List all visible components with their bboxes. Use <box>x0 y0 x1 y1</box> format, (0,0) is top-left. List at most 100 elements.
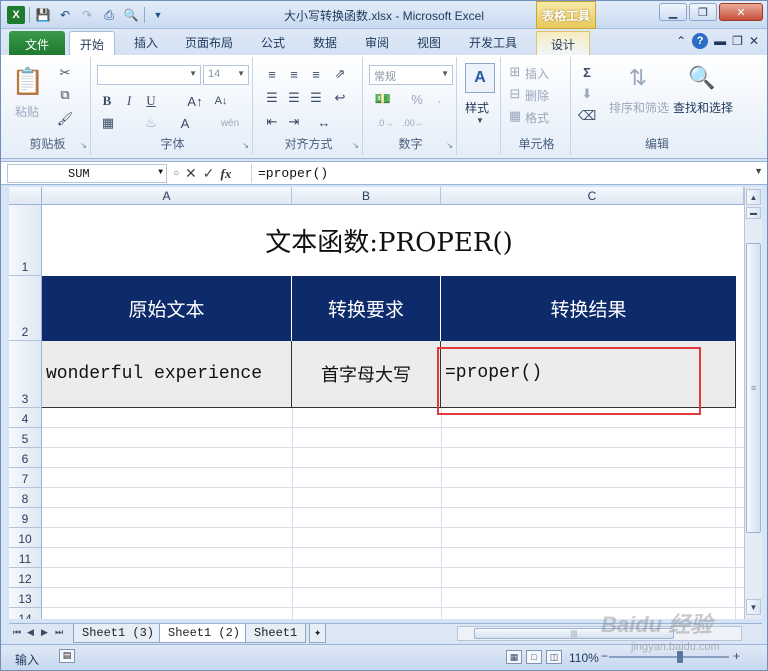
tab-file[interactable]: 文件 <box>9 31 65 55</box>
tab-formulas[interactable]: 公式 <box>261 34 285 51</box>
sheet-tab-active[interactable]: Sheet1 (2) <box>159 624 250 643</box>
row-header[interactable]: 4 <box>9 408 42 428</box>
copy-icon[interactable]: ⧉ <box>57 87 73 103</box>
row-header[interactable]: 9 <box>9 508 42 528</box>
bold-button[interactable]: B <box>99 93 115 109</box>
italic-button[interactable]: I <box>121 93 137 109</box>
row-header[interactable]: 7 <box>9 468 42 488</box>
font-launcher-icon[interactable]: ↘ <box>242 141 249 150</box>
percent-button[interactable]: % <box>409 91 425 107</box>
header-cell-original[interactable]: 原始文本 <box>42 276 292 341</box>
clear-icon[interactable]: ⌫ <box>578 108 596 123</box>
data-cell-original-text[interactable]: wonderful experience <box>42 341 292 408</box>
align-center-icon[interactable]: ☰ <box>285 90 303 105</box>
row-header[interactable]: 12 <box>9 568 42 588</box>
paste-label[interactable]: 粘贴 <box>15 103 39 120</box>
column-header-c[interactable]: C <box>441 187 744 205</box>
tab-design[interactable]: 设计 <box>536 31 591 55</box>
doc-minimize-icon[interactable]: ▬ <box>714 34 726 48</box>
increase-decimal-icon[interactable]: .0→ <box>373 115 397 131</box>
row-header[interactable]: 1 <box>9 205 42 276</box>
decrease-font-icon[interactable]: A↓ <box>211 93 231 109</box>
row-header[interactable]: 14 <box>9 608 42 619</box>
alignment-launcher-icon[interactable]: ↘ <box>352 141 359 150</box>
fill-icon[interactable]: ⬇ <box>579 86 595 101</box>
split-box-icon[interactable]: ▬ <box>746 207 761 219</box>
increase-font-icon[interactable]: A↑ <box>185 93 205 109</box>
cut-icon[interactable]: ✂ <box>57 65 73 81</box>
doc-close-icon[interactable]: ✕ <box>749 34 759 48</box>
orientation-icon[interactable]: ⇗ <box>331 66 349 81</box>
wrap-text-icon[interactable]: ↩ <box>331 90 349 105</box>
decrease-decimal-icon[interactable]: .00← <box>401 115 425 131</box>
row-header[interactable]: 3 <box>9 341 42 408</box>
row-header[interactable]: 5 <box>9 428 42 448</box>
increase-indent-icon[interactable]: ⇥ <box>285 114 303 129</box>
normal-view-icon[interactable]: ▦ <box>506 650 522 664</box>
doc-restore-icon[interactable]: ❐ <box>732 34 743 48</box>
help-icon[interactable]: ? <box>692 33 709 49</box>
worksheet-grid[interactable]: A B C 1 2 3 4 5 6 7 8 9 10 11 12 13 14 文… <box>9 187 744 619</box>
column-header-a[interactable]: A <box>42 187 292 205</box>
align-left-icon[interactable]: ☰ <box>263 90 281 105</box>
tab-insert[interactable]: 插入 <box>134 34 158 51</box>
first-sheet-icon[interactable]: ⏮ <box>13 627 21 638</box>
paste-icon[interactable]: 📋 <box>12 63 44 99</box>
header-cell-result[interactable]: 转换结果 <box>441 276 736 341</box>
minimize-button[interactable]: ▁ <box>659 3 687 21</box>
row-header[interactable]: 13 <box>9 588 42 608</box>
expand-formula-icon[interactable]: ▼ <box>754 166 763 176</box>
header-cell-requirement[interactable]: 转换要求 <box>292 276 441 341</box>
sheet-tab[interactable]: Sheet1 <box>245 624 307 643</box>
tab-data[interactable]: 数据 <box>313 34 337 51</box>
vertical-scroll-thumb[interactable]: ≡ <box>746 243 761 533</box>
prev-sheet-icon[interactable]: ◀ <box>27 627 34 638</box>
format-painter-icon[interactable]: 🖌 <box>57 111 74 127</box>
page-layout-view-icon[interactable]: □ <box>526 650 542 664</box>
scroll-up-icon[interactable]: ▲ <box>746 189 761 205</box>
restore-button[interactable]: ❐ <box>689 3 717 21</box>
tab-view[interactable]: 视图 <box>417 34 441 51</box>
format-label[interactable]: 格式 <box>525 109 549 126</box>
find-select-label[interactable]: 查找和选择 <box>673 99 733 116</box>
currency-icon[interactable]: 💵 <box>373 91 393 107</box>
row-header[interactable]: 6 <box>9 448 42 468</box>
sheet-title-cell[interactable]: 文本函数:PROPER() <box>42 205 736 276</box>
tab-page-layout[interactable]: 页面布局 <box>185 34 233 51</box>
decrease-indent-icon[interactable]: ⇤ <box>263 114 281 129</box>
insert-function-icon[interactable]: fx <box>221 166 232 182</box>
font-name-combo[interactable]: ▼ <box>97 65 201 85</box>
record-macro-icon[interactable]: ▤ <box>59 649 75 663</box>
sheet-tab[interactable]: Sheet1 (3) <box>73 624 164 643</box>
phonetic-icon[interactable]: wén <box>219 115 241 131</box>
insert-cells-icon[interactable]: ⊞ <box>507 64 523 79</box>
tab-developer[interactable]: 开发工具 <box>469 34 517 51</box>
new-sheet-icon[interactable]: ✦ <box>309 624 327 643</box>
minimize-ribbon-icon[interactable]: ⌃ <box>676 34 686 48</box>
find-select-icon[interactable]: 🔍 <box>687 63 717 93</box>
font-color-icon[interactable]: A <box>177 115 193 131</box>
align-right-icon[interactable]: ☰ <box>307 90 325 105</box>
borders-icon[interactable]: ▦ <box>99 115 117 131</box>
next-sheet-icon[interactable]: ▶ <box>41 627 48 638</box>
comma-style-icon[interactable]: , <box>431 91 447 107</box>
page-break-view-icon[interactable]: ◫ <box>546 650 562 664</box>
format-cells-icon[interactable]: ▦ <box>507 108 523 123</box>
row-header[interactable]: 11 <box>9 548 42 568</box>
delete-label[interactable]: 删除 <box>525 87 549 104</box>
sort-filter-label[interactable]: 排序和筛选 <box>609 99 669 116</box>
vertical-scrollbar[interactable]: ▲ ▬ ≡ ▼ <box>744 187 762 619</box>
cancel-icon[interactable]: ✕ <box>185 165 197 182</box>
name-box[interactable]: SUM ▼ <box>7 164 167 183</box>
row-header[interactable]: 8 <box>9 488 42 508</box>
function-dropdown-icon[interactable]: ○ <box>173 168 179 179</box>
tab-review[interactable]: 审阅 <box>365 34 389 51</box>
column-header-b[interactable]: B <box>292 187 441 205</box>
styles-button-label[interactable]: 样式 <box>465 99 489 116</box>
font-size-combo[interactable]: 14 ▼ <box>203 65 249 85</box>
insert-label[interactable]: 插入 <box>525 65 549 82</box>
tab-home[interactable]: 开始 <box>69 31 116 55</box>
last-sheet-icon[interactable]: ⏭ <box>55 627 63 638</box>
enter-icon[interactable]: ✓ <box>203 165 215 182</box>
data-cell-requirement[interactable]: 首字母大写 <box>292 341 441 408</box>
